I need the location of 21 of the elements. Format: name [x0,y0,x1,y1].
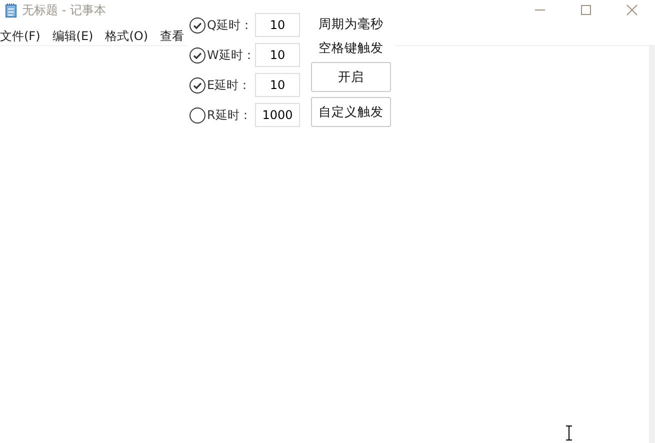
window-title: 无标题 - 记事本 [22,2,106,19]
action-button[interactable]: 开启 [311,62,391,92]
delay-checkbox[interactable]: Q延时： [189,16,255,34]
notepad-icon [4,2,18,18]
note-text: 空格键触发 [318,39,384,57]
menu-item[interactable]: 格式(O) [105,26,148,44]
delay-checkbox[interactable]: W延时： [189,46,255,64]
close-icon [626,4,638,16]
maximize-icon [580,4,592,16]
delay-input[interactable]: 1000 [255,103,300,127]
menu-item[interactable]: 文件(F) [0,26,40,44]
text-cursor-icon [564,425,574,441]
note-text: 周期为毫秒 [318,15,384,33]
delay-input[interactable]: 10 [255,43,300,67]
menu-item[interactable]: 编辑(E) [52,26,94,44]
menu-item[interactable]: 查看 [160,26,184,44]
delay-input[interactable]: 10 [255,13,300,37]
action-button[interactable]: 自定义触发 [311,96,391,127]
delay-input[interactable]: 10 [255,73,300,97]
delay-checkbox[interactable]: E延时： [189,76,255,94]
delay-checkbox[interactable]: R延时： [189,106,255,124]
